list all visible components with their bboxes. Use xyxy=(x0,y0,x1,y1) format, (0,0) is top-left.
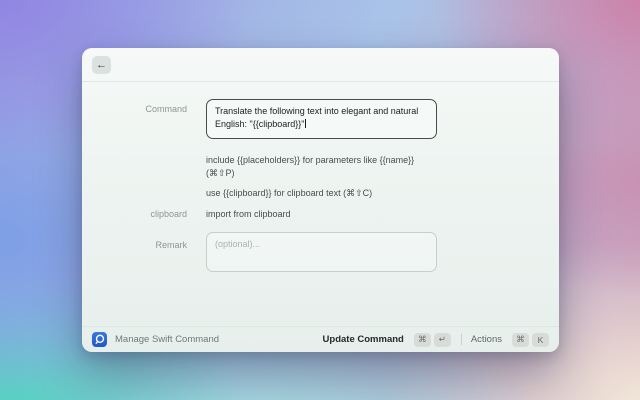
command-input-value: Translate the following text into elegan… xyxy=(215,106,418,129)
remark-label: Remark xyxy=(82,240,187,250)
app-chip: Manage Swift Command xyxy=(92,332,219,347)
swift-command-window: ← Command Translate the following text i… xyxy=(82,48,559,352)
update-command-button[interactable]: Update Command xyxy=(323,334,404,345)
clipboard-import-link[interactable]: import from clipboard xyxy=(206,209,291,219)
return-key-icon[interactable]: ↵ xyxy=(434,333,451,347)
footer-actions: Update Command ⌘ ↵ Actions ⌘ K xyxy=(323,333,549,347)
k-key-icon[interactable]: K xyxy=(532,333,549,347)
swift-command-logo-icon xyxy=(92,332,107,347)
titlebar: ← xyxy=(82,48,559,82)
footer-divider xyxy=(461,334,462,345)
placeholders-hint: include {{placeholders}} for parameters … xyxy=(206,154,466,179)
action-bar: Manage Swift Command Update Command ⌘ ↵ … xyxy=(82,326,559,352)
command-key-icon[interactable]: ⌘ xyxy=(512,333,529,347)
command-key-icon[interactable]: ⌘ xyxy=(414,333,431,347)
back-button[interactable]: ← xyxy=(92,56,111,74)
app-name: Manage Swift Command xyxy=(115,334,219,345)
text-caret xyxy=(305,119,306,128)
command-label: Command xyxy=(82,104,187,114)
clipboard-hint: use {{clipboard}} for clipboard text (⌘⇧… xyxy=(206,187,466,200)
actions-button[interactable]: Actions xyxy=(471,334,502,345)
back-arrow-icon: ← xyxy=(96,59,107,71)
clipboard-label: clipboard xyxy=(82,209,187,219)
command-input[interactable]: Translate the following text into elegan… xyxy=(206,99,437,139)
remark-input[interactable] xyxy=(206,232,437,272)
